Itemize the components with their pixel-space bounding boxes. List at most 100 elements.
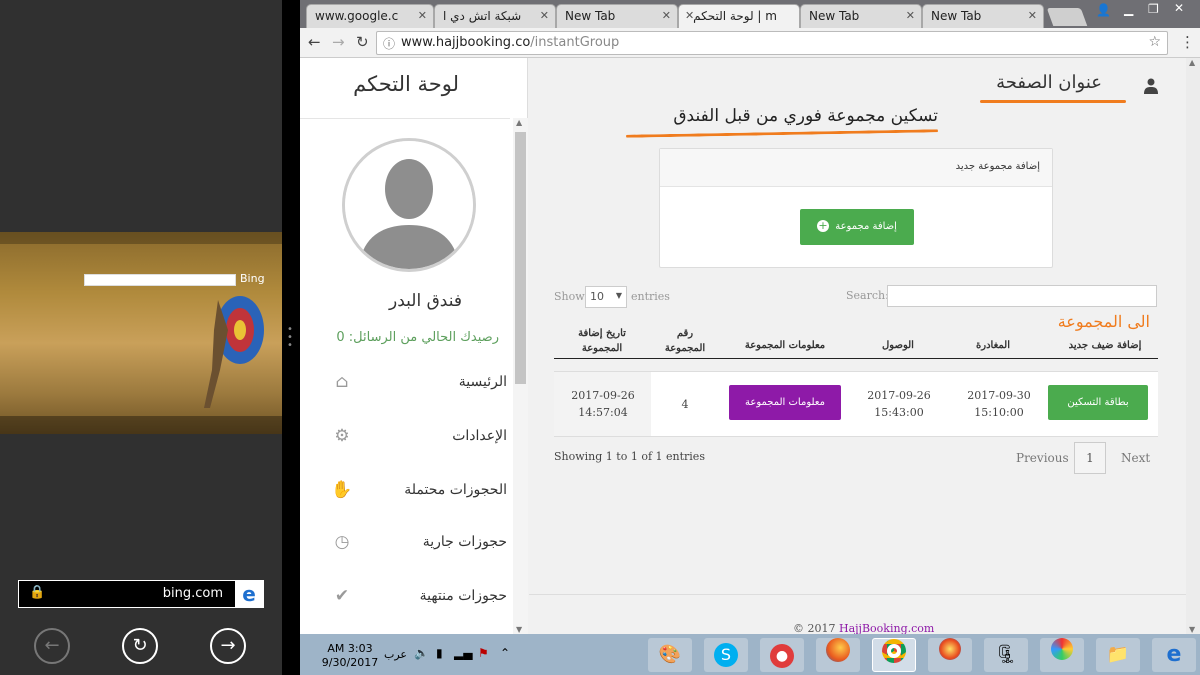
close-icon[interactable]: ✕ bbox=[1028, 9, 1037, 22]
close-icon[interactable]: ✕ bbox=[418, 9, 427, 22]
minimize-icon[interactable]: ▁ bbox=[1124, 2, 1133, 16]
plus-circle-icon: + bbox=[817, 219, 830, 232]
back-button[interactable]: ← bbox=[34, 628, 70, 664]
battery-icon[interactable]: ▮ bbox=[436, 646, 443, 660]
language-indicator[interactable]: عرب bbox=[384, 648, 407, 661]
search-input[interactable] bbox=[887, 285, 1157, 307]
sidebar-scrollbar[interactable]: ▲ ▼ bbox=[513, 118, 528, 634]
page-scrollbar[interactable]: ▲ ▼ bbox=[1186, 58, 1200, 634]
page-title: عنوان الصفحة bbox=[996, 72, 1102, 93]
forward-button[interactable]: → bbox=[210, 628, 246, 664]
reload-icon[interactable]: ↻ bbox=[356, 33, 369, 51]
recorder-app-icon[interactable]: ● bbox=[760, 638, 804, 672]
color-app-icon[interactable] bbox=[1040, 638, 1084, 672]
scroll-up-icon[interactable]: ▲ bbox=[1189, 58, 1195, 67]
tab-new-3[interactable]: New Tab ✕ bbox=[922, 4, 1044, 28]
table-row: بطاقة التسكين 2017-09-30 15:10:00 2017-0… bbox=[554, 371, 1158, 437]
group-info-button[interactable]: معلومات المجموعة bbox=[729, 385, 841, 420]
add-group-button[interactable]: إضافة مجموعة + bbox=[800, 209, 914, 245]
bing-logo: Bing bbox=[240, 272, 265, 285]
main-content: عنوان الصفحة تسكين مجموعة فوري من قبل ال… bbox=[529, 58, 1200, 634]
lock-icon: 🔒 bbox=[29, 585, 46, 600]
scroll-down-icon[interactable]: ▼ bbox=[1189, 625, 1195, 634]
refresh-icon: ↻ bbox=[132, 635, 148, 656]
close-icon[interactable]: ✕ bbox=[540, 9, 549, 22]
column-header-group-number[interactable]: رقم المجموعة bbox=[655, 326, 715, 356]
page-info-icon[interactable]: ⓘ bbox=[383, 35, 395, 52]
tab-hd-network[interactable]: شبكة اتش دي ا ✕ bbox=[434, 4, 556, 28]
clock-icon: ◷ bbox=[334, 532, 350, 552]
sidebar-item-settings[interactable]: الإعدادات ⚙ bbox=[319, 424, 507, 454]
close-window-icon[interactable]: ✕ bbox=[1174, 1, 1184, 15]
search-label: Search: bbox=[846, 289, 889, 302]
snapped-address-bar[interactable]: 🔒 bing.com e bbox=[18, 580, 264, 608]
sidebar-title: لوحة التحكم bbox=[353, 72, 459, 96]
bing-search-box[interactable] bbox=[84, 274, 236, 286]
address-bar[interactable]: ⓘ www.hajjbooking.co/instantGroup ☆ bbox=[376, 31, 1168, 55]
tab-new-2[interactable]: New Tab ✕ bbox=[800, 4, 922, 28]
close-icon[interactable]: ✕ bbox=[906, 9, 915, 22]
file-explorer-app-icon[interactable]: 📁 bbox=[1096, 638, 1140, 672]
new-tab-button[interactable] bbox=[1046, 8, 1088, 26]
departure-date: 2017-09-30 bbox=[967, 389, 1031, 402]
ie-logo-icon[interactable]: e bbox=[235, 581, 263, 607]
chrome-window: www.google.c ✕ شبكة اتش دي ا ✕ New Tab ✕… bbox=[300, 0, 1200, 634]
avatar-silhouette-icon bbox=[345, 141, 473, 269]
user-icon[interactable]: 👤 bbox=[1096, 3, 1111, 17]
sidebar-item-label: الرئيسية bbox=[458, 374, 507, 390]
volume-icon[interactable]: 🔈 bbox=[414, 646, 429, 660]
menu-icon[interactable]: ⋮ bbox=[1180, 33, 1195, 51]
signal-icon[interactable]: ▂▄ bbox=[454, 646, 472, 660]
next-page-button[interactable]: Next bbox=[1121, 451, 1150, 465]
browser-app-icon[interactable] bbox=[928, 638, 972, 672]
star-icon[interactable]: ☆ bbox=[1148, 34, 1161, 50]
bing-top-bar bbox=[0, 232, 282, 244]
tab-dashboard[interactable]: m | لوحة التحكم ✕ bbox=[678, 4, 800, 28]
column-header-added-date[interactable]: تاريخ إضافة المجموعة bbox=[559, 326, 645, 356]
column-header-group-info[interactable]: معلومات المجموعة bbox=[729, 338, 841, 353]
maximize-icon[interactable]: ❐ bbox=[1148, 2, 1159, 16]
footer-divider bbox=[529, 594, 1200, 595]
tab-google[interactable]: www.google.c ✕ bbox=[306, 4, 434, 28]
sidebar-item-finished-bookings[interactable]: حجوزات منتهية ✔ bbox=[319, 584, 507, 614]
tray-expand-icon[interactable]: ⌃ bbox=[500, 646, 510, 660]
sidebar-item-current-bookings[interactable]: حجوزات جارية ◷ bbox=[319, 530, 507, 560]
internet-explorer-app-icon[interactable]: e bbox=[1152, 638, 1196, 672]
sidebar-scroll-thumb[interactable] bbox=[515, 132, 526, 384]
network-error-icon[interactable]: ⚑ bbox=[478, 646, 489, 660]
column-header-add-guest[interactable]: إضافة ضيف جديد bbox=[1050, 338, 1160, 353]
bing-page-thumbnail[interactable]: Bing bbox=[0, 232, 282, 434]
page-1-button[interactable]: 1 bbox=[1074, 442, 1106, 474]
refresh-button[interactable]: ↻ bbox=[122, 628, 158, 664]
previous-page-button[interactable]: Previous bbox=[1016, 451, 1069, 465]
table-info: Showing 1 to 1 of 1 entries bbox=[554, 450, 705, 463]
group-number-cell: 4 bbox=[681, 398, 689, 411]
avatar bbox=[342, 138, 476, 272]
sidebar-item-home[interactable]: الرئيسية ⌂ bbox=[319, 370, 508, 400]
clock[interactable]: AM 3:03 9/30/2017 bbox=[320, 642, 380, 670]
column-header-arrival[interactable]: الوصول bbox=[855, 338, 941, 353]
sidebar-item-potential-bookings[interactable]: الحجوزات محتملة ✋ bbox=[319, 478, 507, 508]
chrome-app-icon[interactable] bbox=[872, 638, 916, 672]
scroll-up-icon[interactable]: ▲ bbox=[516, 118, 522, 127]
back-arrow-icon[interactable]: ← bbox=[308, 33, 321, 51]
archive-app-icon[interactable]: 🗜 bbox=[984, 638, 1028, 672]
sidebar: لوحة التحكم فندق البدر رصيدك الحالي من ا… bbox=[300, 58, 528, 634]
page-viewport: لوحة التحكم فندق البدر رصيدك الحالي من ا… bbox=[300, 58, 1200, 634]
check-in-card-button[interactable]: بطاقة التسكين bbox=[1048, 385, 1148, 420]
close-icon[interactable]: ✕ bbox=[685, 9, 694, 22]
column-header-departure[interactable]: المغادرة bbox=[955, 338, 1031, 353]
forward-arrow-icon[interactable]: → bbox=[332, 33, 345, 51]
home-icon: ⌂ bbox=[335, 372, 349, 392]
firefox-app-icon[interactable] bbox=[816, 638, 860, 672]
tab-new-1[interactable]: New Tab ✕ bbox=[556, 4, 678, 28]
tab-label: شبكة اتش دي ا bbox=[443, 9, 522, 23]
paint-app-icon[interactable]: 🎨 bbox=[648, 638, 692, 672]
scroll-down-icon[interactable]: ▼ bbox=[516, 625, 522, 634]
close-icon[interactable]: ✕ bbox=[662, 9, 671, 22]
page-length-select[interactable]: 10 ▼ bbox=[585, 286, 627, 308]
footer-link[interactable]: HajjBooking.com bbox=[839, 622, 934, 634]
snapped-address-text: bing.com bbox=[162, 586, 223, 601]
skype-app-icon[interactable]: S bbox=[704, 638, 748, 672]
sidebar-item-label: حجوزات منتهية bbox=[419, 588, 507, 604]
